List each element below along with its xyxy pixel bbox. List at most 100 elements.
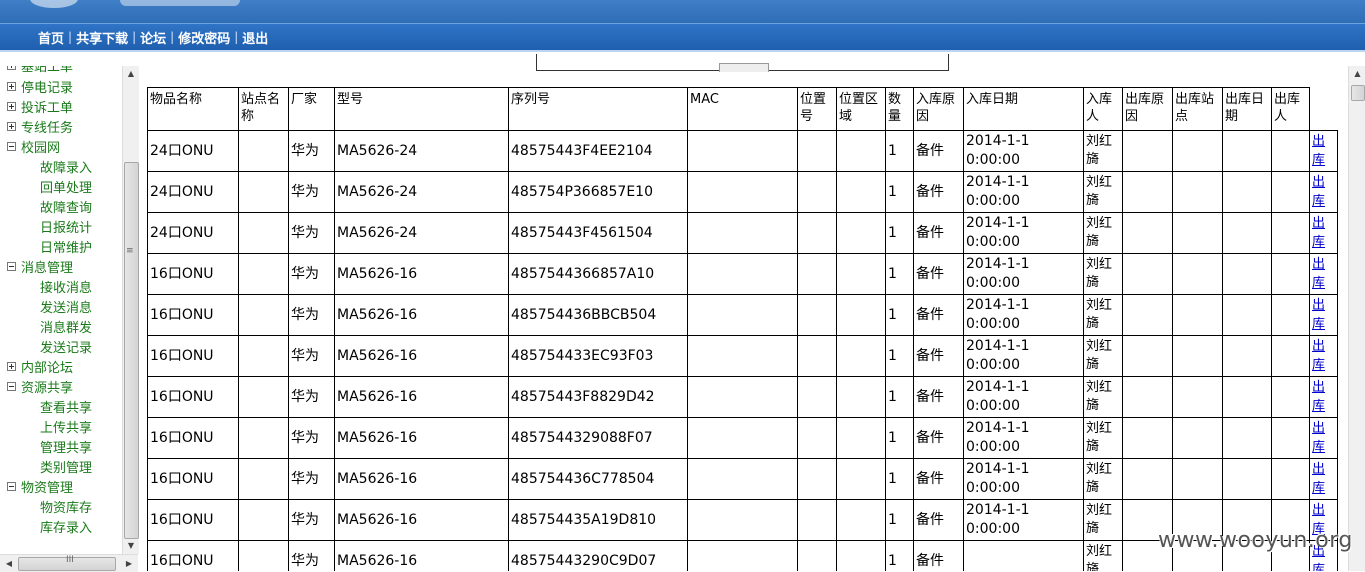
table-cell-outbound-date xyxy=(1222,458,1272,500)
expand-plus-icon[interactable] xyxy=(7,66,16,70)
table-cell-inbound-reason: 备件 xyxy=(913,335,964,377)
tree-node-dedicated-line[interactable]: 专线任务 xyxy=(7,119,73,139)
table-cell-position-area xyxy=(836,458,886,500)
nav-separator: | xyxy=(234,30,239,44)
nav-separator: | xyxy=(132,30,137,44)
expand-plus-icon[interactable] xyxy=(7,362,16,371)
tree-child-manage-shares[interactable]: 管理共享 xyxy=(40,439,92,459)
table-cell-manufacturer: 华为 xyxy=(288,335,335,377)
tree-node-internal-forum[interactable]: 内部论坛 xyxy=(7,359,73,379)
outbound-link[interactable]: 出库 xyxy=(1312,257,1325,291)
nav-forum-link[interactable]: 论坛 xyxy=(140,28,166,47)
table-cell-site-name xyxy=(238,253,289,295)
collapse-minus-icon[interactable] xyxy=(7,482,16,491)
tree-node-message-management[interactable]: 消息管理 xyxy=(7,259,73,279)
tree-child-send-message[interactable]: 发送消息 xyxy=(40,299,92,319)
tree-child-inventory-entry[interactable]: 库存录入 xyxy=(40,519,92,539)
tree-child-send-records[interactable]: 发送记录 xyxy=(40,339,92,359)
tree-child-reply-processing[interactable]: 回单处理 xyxy=(40,179,92,199)
scroll-up-arrow-icon[interactable]: ▲ xyxy=(1349,66,1365,82)
tree-child-receive-message[interactable]: 接收消息 xyxy=(40,279,92,299)
expand-plus-icon[interactable] xyxy=(7,122,16,131)
table-cell-site-name xyxy=(238,499,289,541)
collapse-minus-icon[interactable] xyxy=(7,382,16,391)
outbound-link[interactable]: 出库 xyxy=(1312,380,1325,414)
table-cell-outbound-reason xyxy=(1122,294,1173,336)
tree-child-materials-inventory[interactable]: 物资库存 xyxy=(40,499,92,519)
table-cell-outbound-date xyxy=(1222,171,1272,213)
tree-child-category-management[interactable]: 类别管理 xyxy=(40,459,92,479)
outbound-link[interactable]: 出库 xyxy=(1312,298,1325,332)
tree-child-upload-share[interactable]: 上传共享 xyxy=(40,419,92,439)
column-header-serial-number: 序列号 xyxy=(508,87,688,131)
tree-child-fault-entry[interactable]: 故障录入 xyxy=(40,159,92,179)
table-cell-inbound-person: 刘红旖 xyxy=(1083,294,1123,336)
scroll-down-arrow-icon[interactable]: ▼ xyxy=(123,538,139,554)
tree-node-label: 专线任务 xyxy=(21,121,74,136)
nav-share-download-link[interactable]: 共享下载 xyxy=(76,28,128,47)
table-cell-outbound-date xyxy=(1222,212,1272,254)
search-button[interactable] xyxy=(719,63,769,72)
table-cell-position-number xyxy=(797,294,837,336)
table-cell-outbound-site xyxy=(1172,294,1223,336)
table-cell-mac xyxy=(687,458,798,500)
banner-decoration xyxy=(120,0,240,6)
table-cell-inbound-date: 2014-1-1 0:00:00 xyxy=(963,499,1084,541)
column-header-action xyxy=(1310,88,1338,131)
tree-child-daily-stats[interactable]: 日报统计 xyxy=(40,219,92,239)
table-cell-item-name: 16口ONU xyxy=(147,376,239,418)
table-cell-model: MA5626-24 xyxy=(334,130,509,172)
outbound-link[interactable]: 出库 xyxy=(1312,175,1325,209)
tree-node-materials-management[interactable]: 物资管理 xyxy=(7,479,73,499)
outbound-link[interactable]: 出库 xyxy=(1312,462,1325,496)
table-cell-inbound-reason: 备件 xyxy=(913,417,964,459)
table-row: 24口ONU 华为 MA5626-24 48575443F4561504 1 备件 2014… xyxy=(147,212,1338,254)
scrollbar-grip-icon: III xyxy=(66,555,74,565)
table-cell-outbound-reason xyxy=(1122,335,1173,377)
tree-node-resource-sharing[interactable]: 资源共享 xyxy=(7,379,73,399)
collapse-minus-icon[interactable] xyxy=(7,262,16,271)
main-vertical-scrollbar[interactable]: ▲ xyxy=(1348,66,1365,571)
scrollbar-thumb[interactable] xyxy=(1351,85,1365,101)
inventory-table: 物品名称 站点名称 厂家 型号 序列号 MAC 位置号 位置区域 数量 入库原因 入库日期 入库人 出库… xyxy=(147,87,1338,571)
table-cell-model: MA5626-16 xyxy=(334,376,509,418)
scroll-right-arrow-icon[interactable]: ▶ xyxy=(122,555,136,572)
tree-child-fault-query[interactable]: 故障查询 xyxy=(40,199,92,219)
sidebar-horizontal-scrollbar[interactable]: ◀ III ▶ xyxy=(0,554,138,572)
outbound-link[interactable]: 出库 xyxy=(1312,421,1325,455)
horizontal-scrollbar-thumb[interactable]: III xyxy=(18,555,116,571)
table-cell-action: 出库 xyxy=(1309,294,1338,336)
tree-child-daily-maintenance[interactable]: 日常维护 xyxy=(40,239,92,259)
expand-plus-icon[interactable] xyxy=(7,82,16,91)
outbound-link[interactable]: 出库 xyxy=(1312,339,1325,373)
table-cell-mac xyxy=(687,253,798,295)
nav-home-link[interactable]: 首页 xyxy=(38,28,64,47)
table-cell-action: 出库 xyxy=(1309,376,1338,418)
table-cell-mac xyxy=(687,171,798,213)
outbound-link[interactable]: 出库 xyxy=(1312,216,1325,250)
table-cell-site-name xyxy=(238,376,289,418)
table-cell-item-name: 16口ONU xyxy=(147,417,239,459)
scroll-left-arrow-icon[interactable]: ◀ xyxy=(2,555,16,572)
scroll-up-arrow-icon[interactable]: ▲ xyxy=(123,66,139,82)
collapse-minus-icon[interactable] xyxy=(7,142,16,151)
table-cell-position-area xyxy=(836,171,886,213)
column-header-outbound-site: 出库站点 xyxy=(1172,87,1223,131)
table-cell-position-number xyxy=(797,335,837,377)
sidebar-vertical-scrollbar[interactable]: ▲ ≡ ▼ xyxy=(122,66,139,554)
tree-node-campus-network[interactable]: 校园网 xyxy=(7,139,60,159)
table-cell-quantity: 1 xyxy=(885,253,914,295)
outbound-link[interactable]: 出库 xyxy=(1312,134,1325,168)
tree-node-outage-records[interactable]: 停电记录 xyxy=(7,79,73,99)
column-header-quantity: 数量 xyxy=(885,87,914,131)
table-cell-quantity: 1 xyxy=(885,540,914,571)
tree-child-view-shares[interactable]: 查看共享 xyxy=(40,399,92,419)
tree-child-mass-message[interactable]: 消息群发 xyxy=(40,319,92,339)
table-cell-outbound-site xyxy=(1172,212,1223,254)
tree-node-station-tickets[interactable]: 基站工单 xyxy=(7,66,73,78)
nav-logout-link[interactable]: 退出 xyxy=(242,28,268,47)
tree-node-complaint-tickets[interactable]: 投诉工单 xyxy=(7,99,73,119)
scrollbar-thumb[interactable] xyxy=(124,162,139,539)
expand-plus-icon[interactable] xyxy=(7,102,16,111)
nav-change-password-link[interactable]: 修改密码 xyxy=(178,28,230,47)
